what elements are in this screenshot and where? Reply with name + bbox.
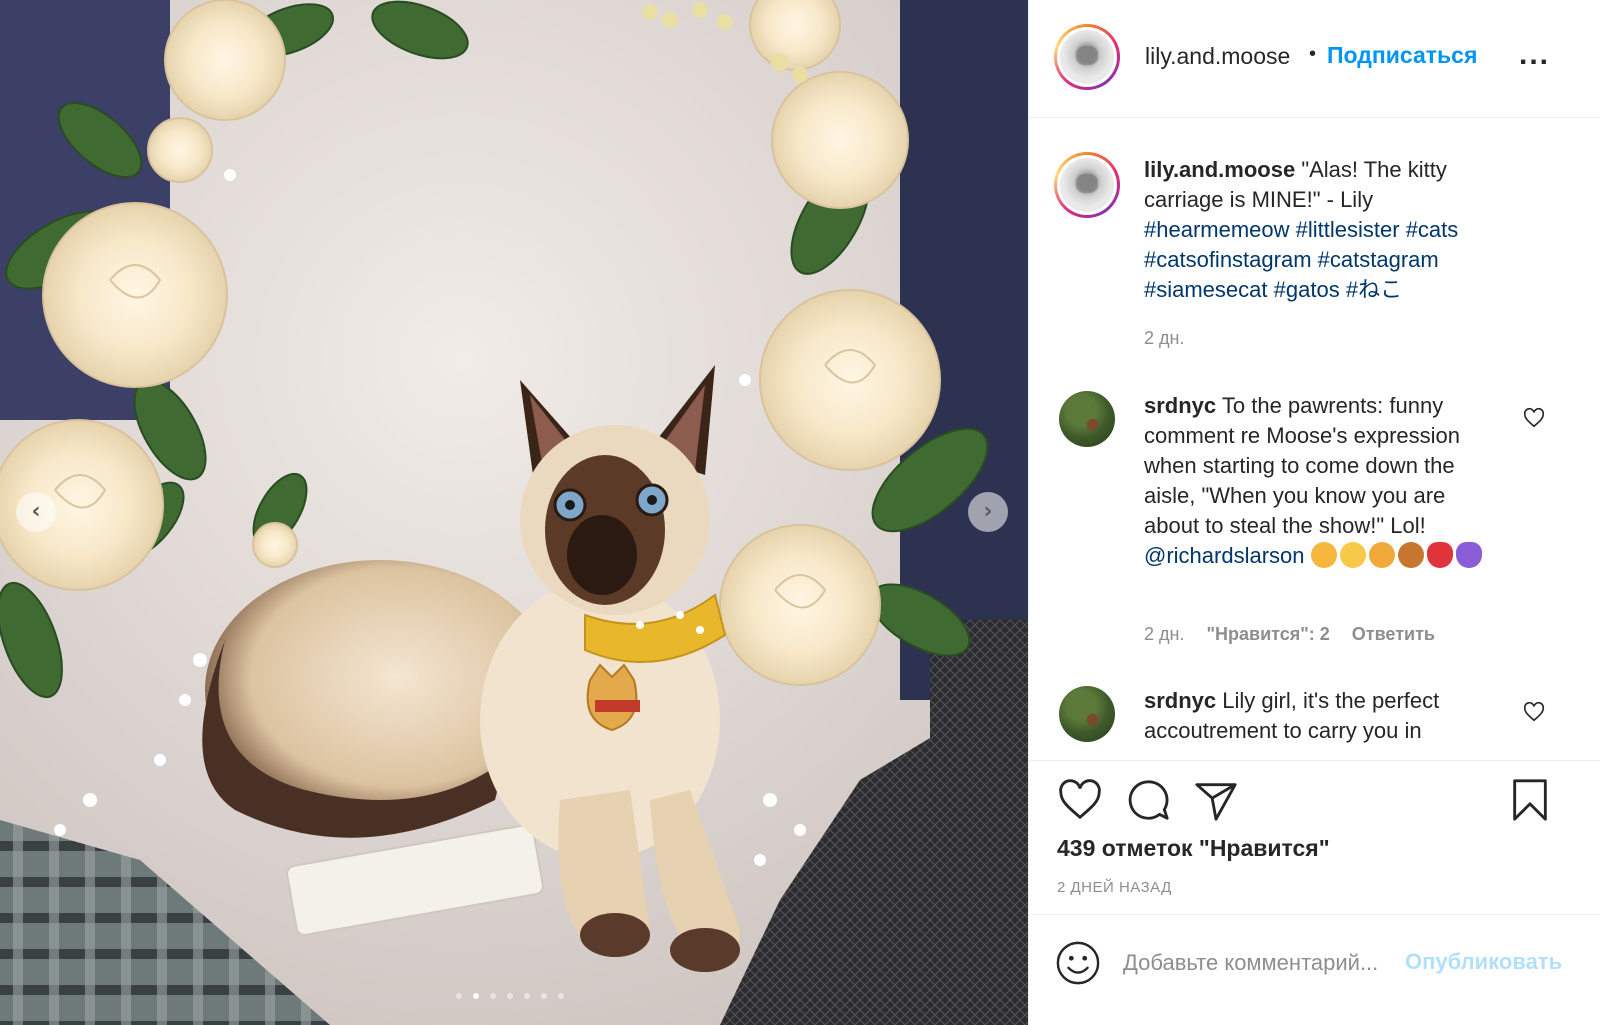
caption-time[interactable]: 2 дн. <box>1144 328 1184 349</box>
more-options-icon[interactable]: ... <box>1519 38 1550 72</box>
carousel-dot <box>490 993 496 999</box>
comment-like-heart-icon[interactable] <box>1523 407 1545 429</box>
raising-hands-emoji-icon <box>1310 542 1337 568</box>
mention-link[interactable]: @richardslarson <box>1144 543 1305 568</box>
comment-input[interactable] <box>1123 945 1399 981</box>
add-comment-bar: Опубликовать <box>1029 914 1600 1025</box>
emoji-smile-icon[interactable] <box>1055 940 1101 986</box>
hashtag-link[interactable]: #hearmemeow <box>1144 217 1290 242</box>
author-username[interactable]: lily.and.moose <box>1145 43 1290 70</box>
carousel-dot <box>541 993 547 999</box>
save-bookmark-icon[interactable] <box>1507 777 1553 823</box>
comment-bubble-icon[interactable] <box>1125 777 1171 823</box>
cat-photo-illustration <box>0 0 1028 1025</box>
comment-meta: 2 дн. "Нравится": 2 Ответить <box>1144 624 1435 645</box>
comment-username[interactable]: srdnyc <box>1144 688 1216 713</box>
heart-eyes-cat-emoji-icon <box>1368 542 1395 568</box>
comment-likes-count[interactable]: "Нравится": 2 <box>1206 624 1329 645</box>
author-avatar[interactable] <box>1054 24 1120 90</box>
reply-button[interactable]: Ответить <box>1352 624 1435 645</box>
hashtag-link[interactable]: #littlesister <box>1296 217 1400 242</box>
hashtag-link[interactable]: #catstagram <box>1318 247 1439 272</box>
likes-count[interactable]: 439 отметок "Нравится" <box>1057 835 1330 862</box>
paw-prints-emoji-icon <box>1397 542 1424 568</box>
comment-time[interactable]: 2 дн. <box>1144 624 1184 645</box>
caption-avatar[interactable] <box>1054 152 1120 218</box>
tears-of-joy-emoji-icon <box>1339 542 1366 568</box>
hashtag-link[interactable]: #ねこ <box>1346 277 1402 302</box>
red-heart-emoji-icon <box>1426 542 1453 568</box>
comment-text: srdnyc Lily girl, it's the perfect accou… <box>1144 686 1499 746</box>
carousel-dot <box>558 993 564 999</box>
post-header: lily.and.moose • Подписаться ... <box>1029 0 1600 118</box>
publish-button[interactable]: Опубликовать <box>1405 949 1562 975</box>
chevron-left-icon: ‹ <box>31 499 41 524</box>
comment-username[interactable]: srdnyc <box>1144 393 1216 418</box>
header-separator: • <box>1309 43 1317 65</box>
like-heart-icon[interactable] <box>1057 777 1103 823</box>
carousel-next-button[interactable]: › <box>968 492 1008 532</box>
carousel-prev-button[interactable]: ‹ <box>16 492 56 532</box>
post-side-panel: lily.and.moose • Подписаться ... lily.an… <box>1028 0 1600 1025</box>
carousel-dot <box>456 993 462 999</box>
commenter-avatar[interactable] <box>1059 391 1115 447</box>
caption-username[interactable]: lily.and.moose <box>1144 157 1295 182</box>
hashtag-link[interactable]: #siamesecat <box>1144 277 1268 302</box>
carousel-dot-active <box>473 993 479 999</box>
purple-heart-emoji-icon <box>1455 542 1482 568</box>
caption-text: lily.and.moose "Alas! The kitty carriage… <box>1144 155 1499 305</box>
hashtag-link[interactable]: #gatos <box>1274 277 1340 302</box>
post-date[interactable]: 2 ДНЕЙ НАЗАД <box>1057 879 1172 896</box>
share-paper-plane-icon[interactable] <box>1193 777 1239 823</box>
carousel-dot <box>524 993 530 999</box>
carousel-dot <box>507 993 513 999</box>
comment-text: srdnyc To the pawrents: funny comment re… <box>1144 391 1499 571</box>
comments-list[interactable]: lily.and.moose "Alas! The kitty carriage… <box>1029 119 1600 759</box>
comment-like-heart-icon[interactable] <box>1523 701 1545 723</box>
commenter-avatar[interactable] <box>1059 686 1115 742</box>
follow-button[interactable]: Подписаться <box>1327 42 1477 69</box>
post-photo[interactable]: ‹ › <box>0 0 1028 1025</box>
hashtag-link[interactable]: #catsofinstagram <box>1144 247 1312 272</box>
chevron-right-icon: › <box>983 499 993 524</box>
hashtag-link[interactable]: #cats <box>1406 217 1459 242</box>
caption-meta: 2 дн. <box>1144 328 1184 349</box>
post-actions: 439 отметок "Нравится" 2 ДНЕЙ НАЗАД <box>1029 760 1600 914</box>
carousel-indicator <box>456 993 564 999</box>
